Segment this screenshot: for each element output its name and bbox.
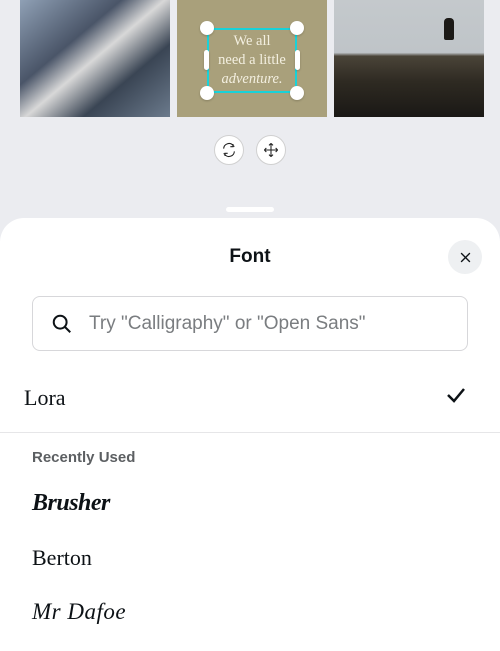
rotate-icon [221, 142, 237, 158]
resize-handle-left[interactable] [204, 50, 209, 70]
close-button[interactable] [448, 240, 482, 274]
text-line-1: We all [233, 33, 270, 49]
close-icon [458, 250, 473, 265]
selected-text-box[interactable]: We all need a little adventure. [207, 28, 297, 93]
move-icon [263, 142, 279, 158]
selection-border [207, 28, 297, 30]
text-line-2: need a little [218, 52, 286, 68]
resize-handle-bl[interactable] [200, 86, 214, 100]
section-recently-used: Recently Used [0, 433, 500, 476]
search-wrap [0, 296, 500, 369]
move-button[interactable] [256, 135, 286, 165]
search-icon [51, 313, 73, 335]
sheet-title: Font [229, 246, 270, 268]
text-content: We all need a little adventure. [218, 32, 286, 89]
resize-handle-right[interactable] [295, 50, 300, 70]
sheet-header: Font [0, 218, 500, 296]
search-box[interactable] [32, 296, 468, 351]
font-row-mrdafoe[interactable]: Mr Dafoe [0, 585, 500, 639]
canvas-area: We all need a little adventure. [0, 0, 500, 125]
text-line-3: adventure. [221, 71, 282, 87]
font-label-lora: Lora [24, 385, 66, 411]
resize-handle-tl[interactable] [200, 21, 214, 35]
font-sheet: Font Lora Recently Used Brusher Berton M… [0, 218, 500, 651]
canvas-page-left[interactable] [20, 0, 170, 117]
rotate-button[interactable] [214, 135, 244, 165]
search-input[interactable] [89, 313, 449, 335]
font-label-mrdafoe: Mr Dafoe [32, 599, 126, 625]
font-row-selected[interactable]: Lora [0, 369, 500, 433]
selection-border [207, 91, 297, 93]
resize-handle-br[interactable] [290, 86, 304, 100]
check-icon [444, 383, 468, 412]
font-row-berton[interactable]: Berton [0, 531, 500, 585]
canvas-page-right[interactable] [334, 0, 484, 117]
font-label-berton: Berton [32, 545, 92, 571]
resize-handle-tr[interactable] [290, 21, 304, 35]
sheet-drag-handle[interactable] [226, 207, 274, 212]
silhouette [444, 18, 454, 40]
canvas-toolbar [0, 125, 500, 175]
canvas-page-center[interactable]: We all need a little adventure. [177, 0, 327, 117]
font-label-brusher: Brusher [32, 490, 110, 517]
font-row-brusher[interactable]: Brusher [0, 476, 500, 531]
